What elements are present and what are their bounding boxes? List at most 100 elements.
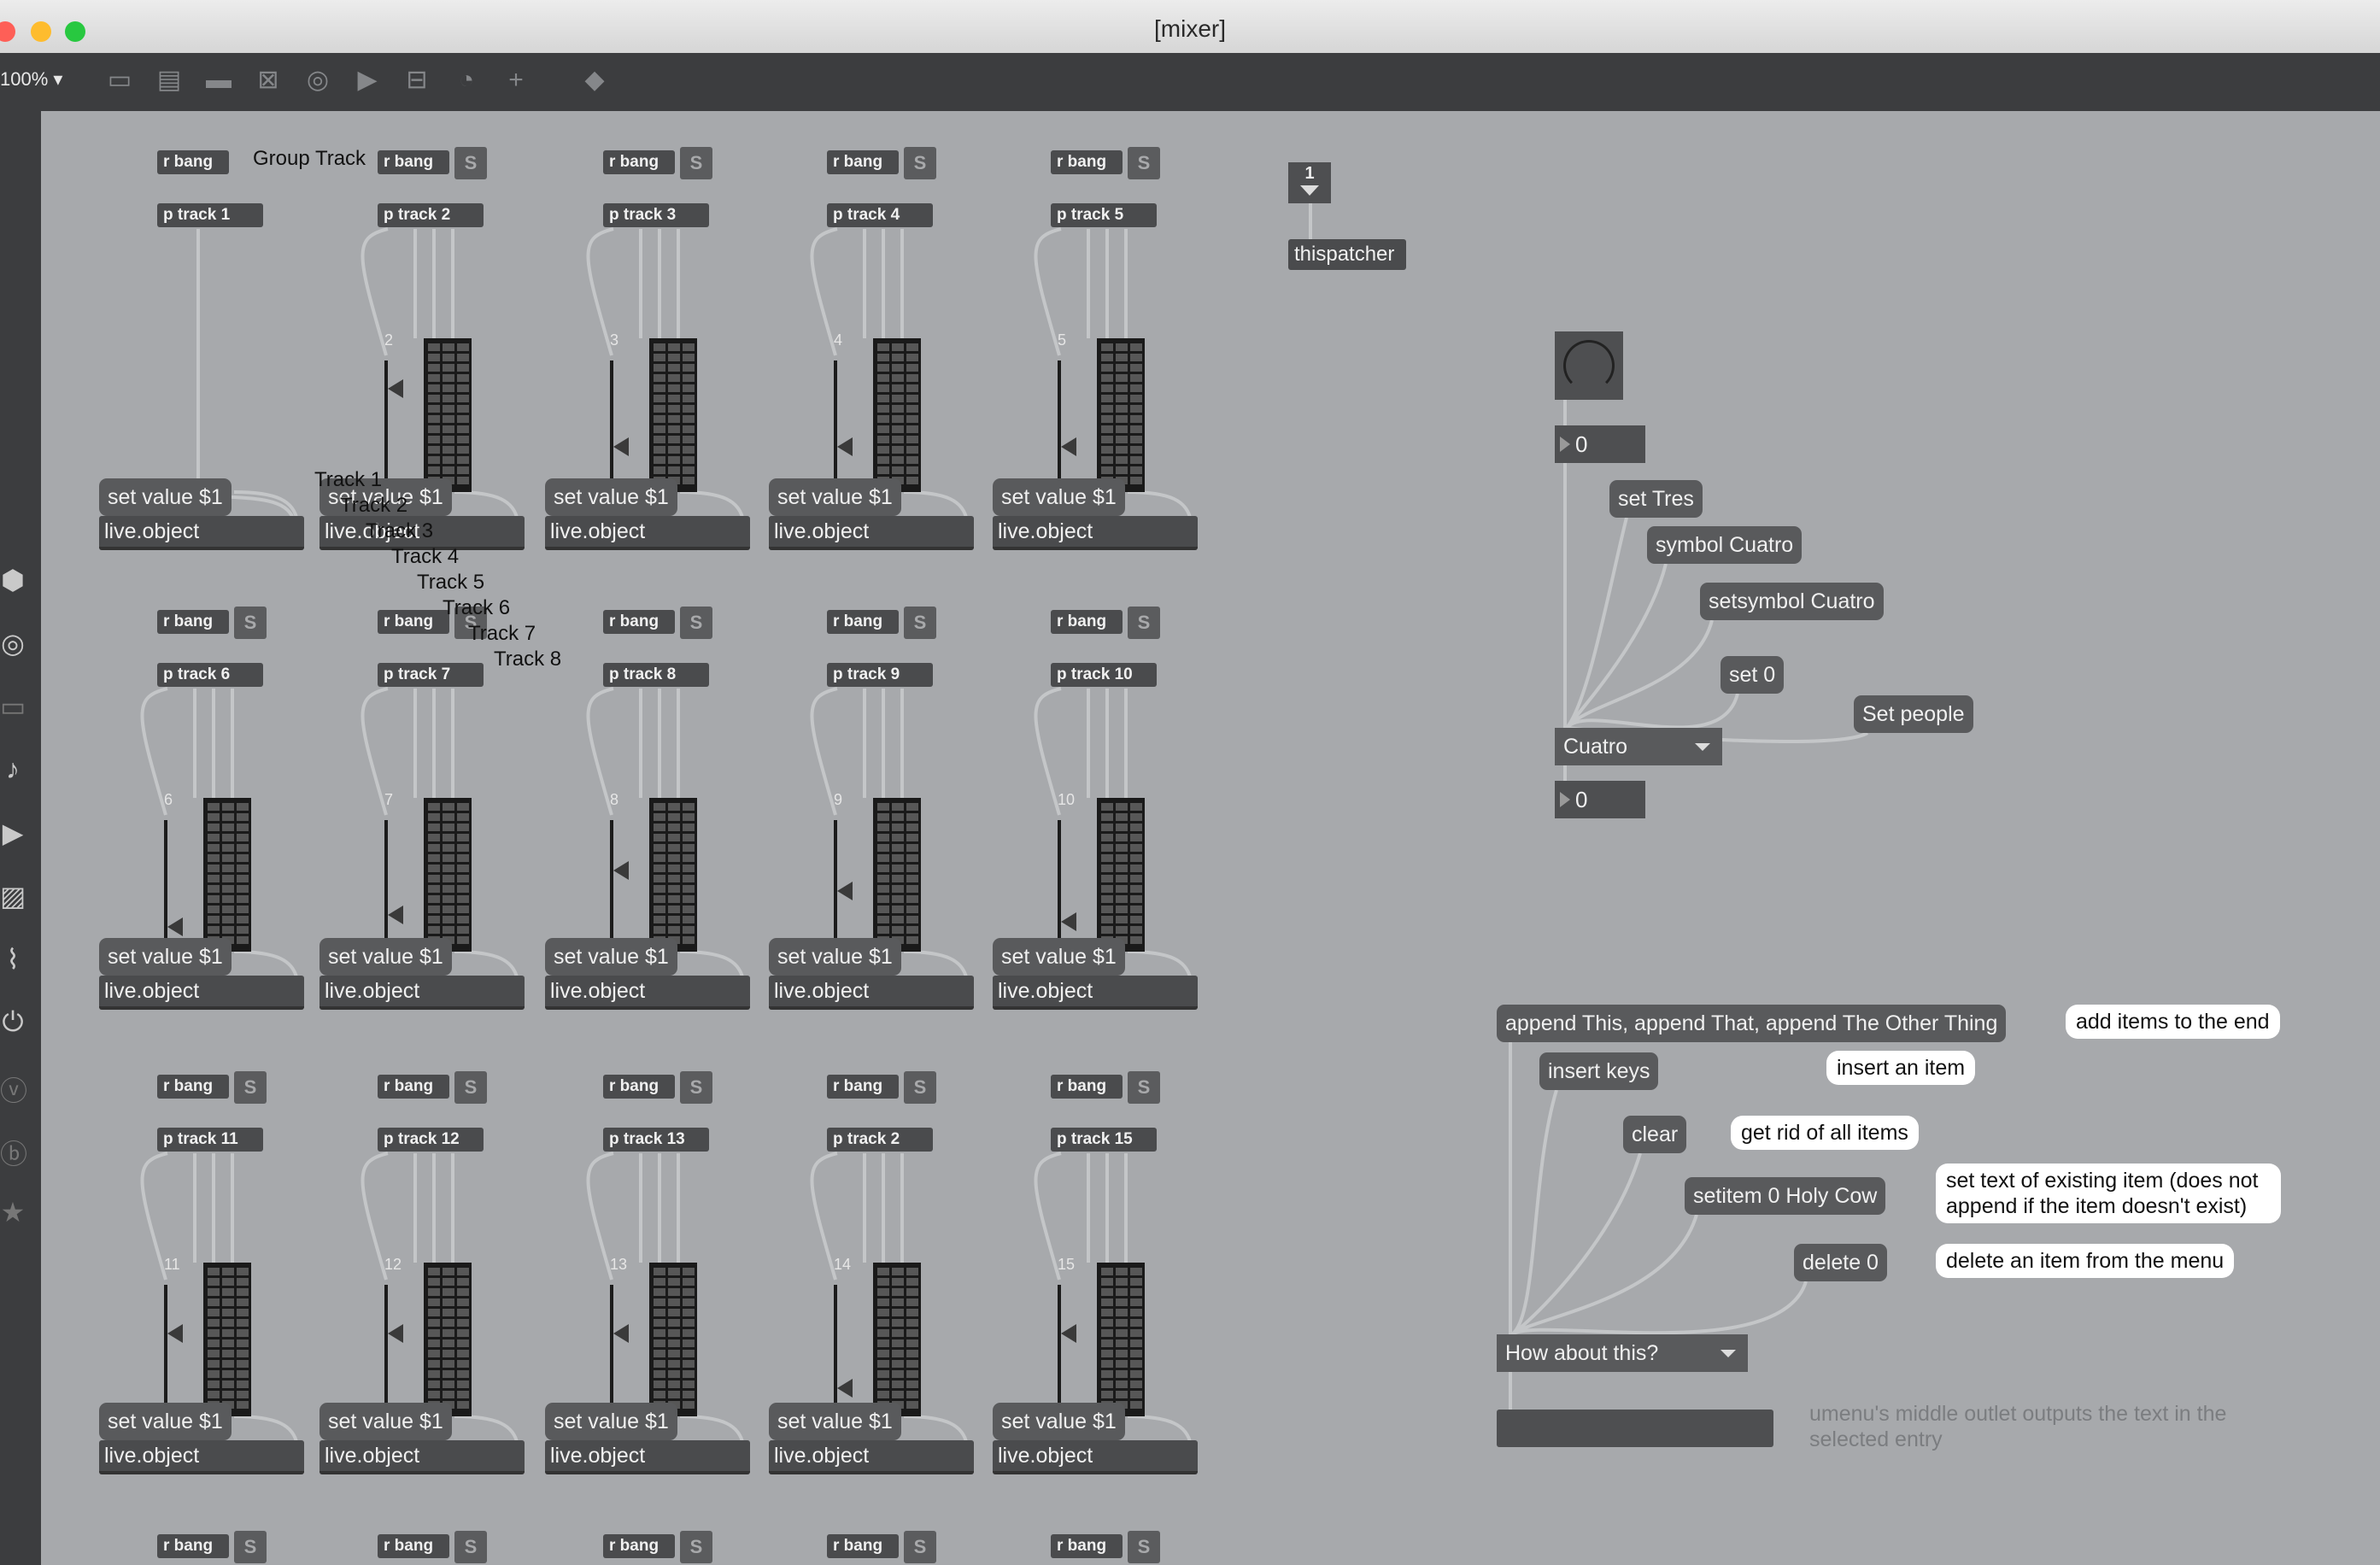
set-value-message[interactable]: set value $1 <box>319 938 452 976</box>
rbang-object[interactable]: r bang <box>157 610 229 634</box>
setsymbol-message[interactable]: setsymbol Cuatro <box>1700 583 1884 620</box>
symbol-message[interactable]: symbol Cuatro <box>1647 526 1803 564</box>
rbang-object[interactable]: r bang <box>827 1534 899 1558</box>
p-track-object[interactable]: p track 7 <box>378 663 484 687</box>
rbang-object[interactable]: r bang <box>603 1075 675 1099</box>
set-value-message[interactable]: set value $1 <box>545 938 677 976</box>
set-tres-message[interactable]: set Tres <box>1609 480 1703 518</box>
slider-knob[interactable] <box>1061 1324 1076 1343</box>
umenu-bottom[interactable]: How about this? <box>1497 1334 1748 1372</box>
umenu-top[interactable]: Cuatro <box>1555 728 1722 765</box>
slider-knob[interactable] <box>613 437 629 456</box>
gain-slider[interactable] <box>610 1285 613 1413</box>
p-track-object[interactable]: p track 10 <box>1051 663 1157 687</box>
p-track-object[interactable]: p track 12 <box>378 1128 484 1152</box>
clear-message[interactable]: clear <box>1623 1116 1687 1153</box>
rbang-object[interactable]: r bang <box>1051 150 1123 174</box>
thispatcher-object[interactable]: thispatcher <box>1288 239 1406 270</box>
gain-slider[interactable] <box>384 820 388 948</box>
rbang-object[interactable]: r bang <box>378 610 449 634</box>
live-object[interactable]: live.object <box>545 1440 750 1474</box>
slider-knob[interactable] <box>837 437 853 456</box>
setitem-message[interactable]: setitem 0 Holy Cow <box>1685 1177 1886 1215</box>
live-object[interactable]: live.object <box>769 976 974 1010</box>
s-button[interactable]: S <box>454 1071 487 1104</box>
set-value-message[interactable]: set value $1 <box>99 1403 232 1440</box>
append-message[interactable]: append This, append That, append The Oth… <box>1497 1005 2007 1042</box>
p-track-object[interactable]: p track 6 <box>157 663 263 687</box>
slider-knob[interactable] <box>613 861 629 880</box>
delete-message[interactable]: delete 0 <box>1794 1244 1887 1281</box>
rbang-object[interactable]: r bang <box>603 1534 675 1558</box>
set-value-message[interactable]: set value $1 <box>99 478 232 516</box>
gain-slider[interactable] <box>384 1285 388 1413</box>
s-button[interactable]: S <box>1128 1071 1160 1104</box>
slider-knob[interactable] <box>613 1324 629 1343</box>
live-object[interactable]: live.object <box>99 516 304 550</box>
s-button[interactable]: S <box>904 607 936 639</box>
slider-knob[interactable] <box>837 882 853 900</box>
live-object[interactable]: live.object <box>319 1440 525 1474</box>
slider-knob[interactable] <box>1061 437 1076 456</box>
slider-knob[interactable] <box>167 917 183 936</box>
live-object[interactable]: live.object <box>769 1440 974 1474</box>
rbang-object[interactable]: r bang <box>827 610 899 634</box>
p-track-object[interactable]: p track 9 <box>827 663 933 687</box>
s-button[interactable]: S <box>680 147 712 179</box>
slider-knob[interactable] <box>388 1324 403 1343</box>
p-track-object[interactable]: p track 11 <box>157 1128 263 1152</box>
set-value-message[interactable]: set value $1 <box>993 478 1125 516</box>
s-button[interactable]: S <box>234 1531 267 1563</box>
set-people-message[interactable]: Set people <box>1854 695 1973 733</box>
s-button[interactable]: S <box>234 1071 267 1104</box>
set-value-message[interactable]: set value $1 <box>769 1403 901 1440</box>
p-track-object[interactable]: p track 8 <box>603 663 709 687</box>
gain-slider[interactable] <box>834 360 837 489</box>
s-button[interactable]: S <box>904 1071 936 1104</box>
rbang-object[interactable]: r bang <box>157 1075 229 1099</box>
s-button[interactable]: S <box>904 1531 936 1563</box>
slider-knob[interactable] <box>1061 912 1076 931</box>
p-track-object[interactable]: p track 13 <box>603 1128 709 1152</box>
number-box-bottom[interactable]: 0 <box>1555 781 1645 818</box>
insert-keys-message[interactable]: insert keys <box>1539 1052 1659 1090</box>
live-object[interactable]: live.object <box>993 516 1198 550</box>
number-box-top[interactable]: 0 <box>1555 425 1645 463</box>
slider-knob[interactable] <box>388 379 403 398</box>
slider-knob[interactable] <box>167 1324 183 1343</box>
slider-knob[interactable] <box>388 906 403 924</box>
rbang-object[interactable]: r bang <box>378 1534 449 1558</box>
live-object[interactable]: live.object <box>545 516 750 550</box>
rbang-object[interactable]: r bang <box>157 1534 229 1558</box>
rbang-object[interactable]: r bang <box>603 150 675 174</box>
set-value-message[interactable]: set value $1 <box>319 1403 452 1440</box>
gain-slider[interactable] <box>610 360 613 489</box>
set-value-message[interactable]: set value $1 <box>993 1403 1125 1440</box>
set-value-message[interactable]: set value $1 <box>769 478 901 516</box>
s-button[interactable]: S <box>234 607 267 639</box>
message-display-box[interactable] <box>1497 1410 1773 1447</box>
p-track-object[interactable]: p track 15 <box>1051 1128 1157 1152</box>
rbang-object[interactable]: r bang <box>1051 1075 1123 1099</box>
rbang-object[interactable]: r bang <box>157 150 229 174</box>
rbang-object[interactable]: r bang <box>827 150 899 174</box>
s-button[interactable]: S <box>680 607 712 639</box>
dial[interactable] <box>1555 331 1623 400</box>
rbang-object[interactable]: r bang <box>1051 610 1123 634</box>
rbang-object[interactable]: r bang <box>603 610 675 634</box>
p-track-object[interactable]: p track 2 <box>827 1128 933 1152</box>
live-object[interactable]: live.object <box>545 976 750 1010</box>
gain-slider[interactable] <box>1058 360 1061 489</box>
gain-slider[interactable] <box>610 820 613 948</box>
p-track-object[interactable]: p track 4 <box>827 203 933 227</box>
s-button[interactable]: S <box>680 1531 712 1563</box>
number-button[interactable]: 1 <box>1288 162 1331 203</box>
s-button[interactable]: S <box>454 1531 487 1563</box>
s-button[interactable]: S <box>454 147 487 179</box>
set-value-message[interactable]: set value $1 <box>99 938 232 976</box>
s-button[interactable]: S <box>1128 147 1160 179</box>
s-button[interactable]: S <box>680 1071 712 1104</box>
s-button[interactable]: S <box>1128 607 1160 639</box>
rbang-object[interactable]: r bang <box>378 150 449 174</box>
set-value-message[interactable]: set value $1 <box>993 938 1125 976</box>
